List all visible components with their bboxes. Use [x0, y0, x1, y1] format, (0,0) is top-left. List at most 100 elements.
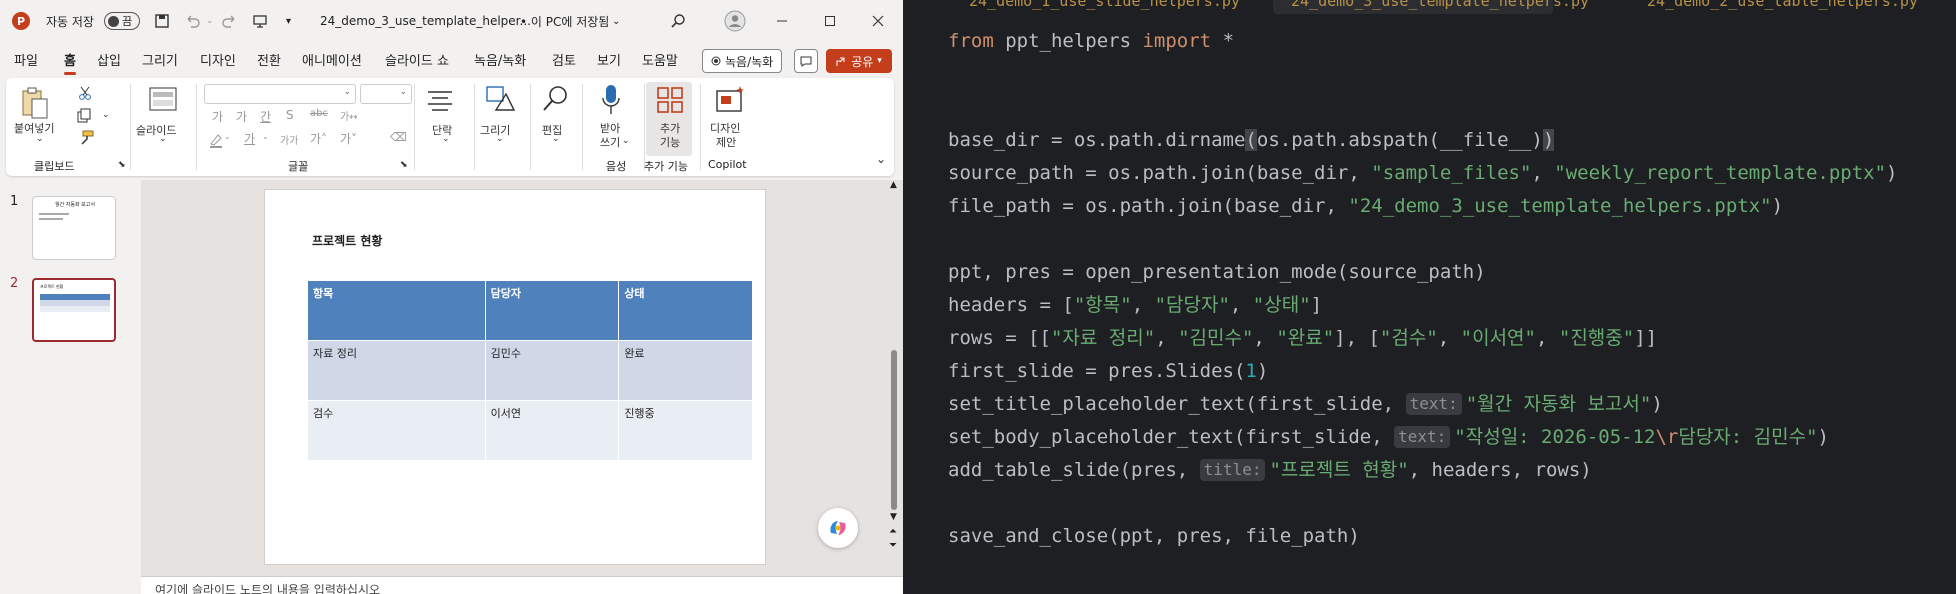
paste-icon[interactable] [20, 86, 50, 123]
autosave-state: 끔 [122, 15, 133, 28]
comments-button[interactable] [794, 49, 818, 73]
char-spacing-icon[interactable]: 가↔ [340, 108, 358, 123]
tab-home[interactable]: 홈 [64, 50, 76, 75]
undo-dropdown-icon[interactable]: ⌄ [206, 0, 214, 42]
close-icon[interactable] [872, 0, 884, 42]
dictate-label-line2[interactable]: 쓰기 [600, 134, 620, 150]
tab-review[interactable]: 검토 [552, 50, 576, 69]
table-cell[interactable]: 상태 [618, 280, 753, 341]
underline-icon[interactable]: 간 [260, 108, 271, 125]
dictate-dropdown-icon[interactable]: ⌄ [622, 136, 630, 146]
strikethrough-icon[interactable]: abc [310, 108, 328, 119]
present-icon[interactable] [252, 0, 268, 42]
designer-icon[interactable] [714, 84, 746, 117]
table-cell[interactable]: 완료 [618, 340, 753, 401]
scrollbar-thumb[interactable] [891, 350, 897, 510]
tab-file[interactable]: 파일 [14, 50, 38, 69]
cut-icon[interactable] [78, 86, 92, 103]
tab-demo-2[interactable]: 24_demo_2_use_table_helpers.py [1647, 0, 1918, 12]
minimize-icon[interactable] [776, 0, 788, 42]
copy-icon[interactable] [76, 108, 94, 127]
new-slide-icon[interactable] [148, 86, 178, 117]
draw-dropdown-icon[interactable]: ⌄ [496, 134, 504, 144]
ribbon-collapse-icon[interactable]: ⌄ [876, 152, 886, 166]
table-cell[interactable]: 항목 [307, 280, 486, 341]
save-icon[interactable] [154, 0, 170, 42]
shadow-icon[interactable]: S [286, 108, 294, 122]
editor-vertical-scrollbar[interactable]: ▲ ▼ ⏶ ⏷ [887, 180, 901, 560]
slide-thumbnail-1[interactable]: 월간 자동화 보고서 [32, 196, 116, 260]
table-cell[interactable]: 진행중 [618, 400, 753, 461]
tab-transitions[interactable]: 전환 [257, 50, 281, 69]
comment-icon [800, 56, 812, 67]
account-avatar-icon[interactable] [724, 0, 746, 42]
paste-button[interactable]: 붙여넣기 [14, 120, 54, 136]
copilot-button[interactable] [818, 508, 858, 548]
tab-insert[interactable]: 삽입 [97, 50, 121, 69]
table-cell[interactable]: 이서연 [484, 400, 620, 461]
code-line-9: headers = ["항목", "담당자", "상태"] [948, 294, 1323, 316]
clipboard-launcher-icon[interactable]: ⬊ [118, 160, 126, 170]
customize-qat-icon[interactable]: ▾ [286, 0, 291, 42]
share-button[interactable]: 공유 ▾ [826, 49, 892, 73]
edit-dropdown-icon[interactable]: ⌄ [552, 134, 560, 144]
tab-animations[interactable]: 애니메이션 [302, 50, 362, 69]
highlight-color-icon[interactable] [208, 132, 224, 151]
font-shrink-icon[interactable]: 가 [236, 108, 247, 125]
code-line-14: add_table_slide(pres, title: "프로젝트 현황", h… [948, 459, 1592, 481]
decrease-font-icon[interactable]: 가˅ [340, 130, 357, 147]
next-slide-icon[interactable]: ⏷ [889, 540, 897, 551]
font-color-icon[interactable]: 가 [244, 130, 255, 147]
tab-draw[interactable]: 그리기 [142, 50, 178, 69]
font-grow-icon[interactable]: 가 [212, 108, 223, 125]
table-cell[interactable]: 자료 정리 [307, 340, 486, 401]
redo-icon[interactable] [220, 0, 238, 42]
document-title[interactable]: 24_demo_3_use_template_helper... [320, 0, 531, 42]
current-slide[interactable]: 프로젝트 현황 항목 담당자 상태 자료 정리 김민수 완료 검수 이서연 진행… [264, 189, 766, 565]
tab-help[interactable]: 도움말 [642, 50, 678, 69]
param-hint: text: [1394, 426, 1451, 448]
autosave-toggle[interactable]: 끔 [104, 12, 140, 30]
slide-thumbnail-2[interactable]: 프로젝트 현황 [32, 278, 116, 342]
font-name-combobox[interactable]: ⌄ [204, 84, 356, 104]
record-button[interactable]: 녹음/녹화 [702, 49, 783, 73]
font-size-combobox[interactable]: ⌄ [360, 84, 412, 104]
powerpoint-window: P 자동 저장 끔 ⌄ ▾ 24_demo_3_use_template_hel… [0, 0, 903, 594]
clear-format-icon[interactable]: ⌫ [390, 130, 407, 144]
notes-pane[interactable]: 여기에 슬라이드 노트의 내용을 입력하십시오 [141, 576, 903, 594]
copy-dropdown-icon[interactable]: ⌄ [102, 110, 110, 120]
table-cell[interactable]: 검수 [307, 400, 486, 461]
paragraph-dropdown-icon[interactable]: ⌄ [442, 134, 450, 144]
tab-record[interactable]: 녹음/녹화 [474, 50, 526, 69]
edit-search-icon[interactable] [540, 84, 570, 117]
table-cell[interactable]: 담당자 [484, 280, 620, 341]
slide-title[interactable]: 프로젝트 현황 [312, 232, 382, 249]
paste-dropdown-icon[interactable]: ⌄ [36, 134, 44, 144]
save-location[interactable]: • 이 PC에 저장됨 [520, 0, 609, 42]
dictate-mic-icon[interactable] [602, 84, 620, 119]
undo-icon[interactable] [184, 0, 202, 42]
tab-slideshow[interactable]: 슬라이드 쇼 [385, 50, 449, 69]
prev-slide-icon[interactable]: ⏶ [889, 526, 897, 537]
title-bar: P 자동 저장 끔 ⌄ ▾ 24_demo_3_use_template_hel… [0, 0, 903, 42]
designer-label-line2[interactable]: 제안 [716, 134, 736, 150]
slides-dropdown-icon[interactable]: ⌄ [159, 134, 167, 144]
tab-demo-3[interactable]: 24_demo_3_use_template_helpers.py [1291, 0, 1589, 12]
increase-font-icon[interactable]: 가˄ [310, 130, 327, 147]
search-icon[interactable] [670, 0, 686, 42]
maximize-icon[interactable] [824, 0, 836, 42]
tab-view[interactable]: 보기 [597, 50, 621, 69]
tab-design[interactable]: 디자인 [200, 50, 236, 69]
format-painter-icon[interactable] [78, 130, 94, 149]
paragraph-icon[interactable] [426, 88, 454, 117]
notes-placeholder: 여기에 슬라이드 노트의 내용을 입력하십시오 [155, 583, 381, 594]
font-group-label: 글꼴 [288, 160, 309, 173]
slide-table[interactable]: 항목 담당자 상태 자료 정리 김민수 완료 검수 이서연 진행중 [307, 280, 753, 461]
change-case-icon[interactable]: 가가 [280, 132, 298, 147]
table-cell[interactable]: 김민수 [484, 340, 620, 401]
tab-demo-1[interactable]: 24_demo_1_use_slide_helpers.py [969, 0, 1240, 12]
title-dropdown-icon[interactable]: ⌄ [612, 0, 620, 42]
slides-button[interactable]: 슬라이드 [136, 122, 176, 138]
font-launcher-icon[interactable]: ⬊ [400, 160, 408, 170]
drawing-shapes-icon[interactable] [484, 84, 516, 117]
